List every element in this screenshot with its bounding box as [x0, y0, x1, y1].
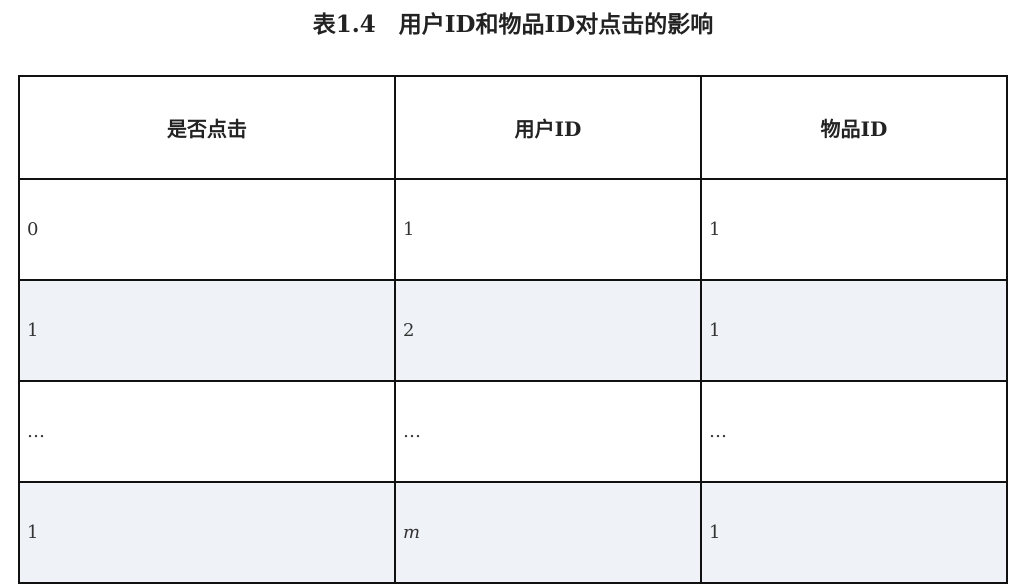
- data-table: 是否点击 用户ID 物品ID 0 1 1 1 2 1 … … … 1 m 1: [18, 75, 1008, 584]
- header-user-id: 用户ID: [394, 75, 702, 180]
- header-clicked: 是否点击: [18, 75, 396, 180]
- cell-clicked: 1: [18, 481, 396, 584]
- cell-user-id: m: [394, 481, 702, 584]
- header-item-id: 物品ID: [700, 75, 1008, 180]
- data-table-container: 是否点击 用户ID 物品ID 0 1 1 1 2 1 … … … 1 m 1: [18, 75, 1008, 584]
- cell-clicked: 0: [18, 178, 396, 281]
- cell-user-id: 2: [394, 279, 702, 382]
- cell-clicked: 1: [18, 279, 396, 382]
- table-row: 1 m 1: [18, 481, 1008, 584]
- cell-user-id: 1: [394, 178, 702, 281]
- table-row: 1 2 1: [18, 279, 1008, 382]
- cell-item-id: …: [700, 380, 1008, 483]
- table-row: … … …: [18, 380, 1008, 483]
- cell-item-id: 1: [700, 279, 1008, 382]
- table-header-row: 是否点击 用户ID 物品ID: [18, 75, 1008, 180]
- cell-item-id: 1: [700, 178, 1008, 281]
- cell-clicked: …: [18, 380, 396, 483]
- cell-user-id: …: [394, 380, 702, 483]
- table-caption: 表1.4 用户ID和物品ID对点击的影响: [312, 11, 714, 38]
- table-row: 0 1 1: [18, 178, 1008, 281]
- cell-item-id: 1: [700, 481, 1008, 584]
